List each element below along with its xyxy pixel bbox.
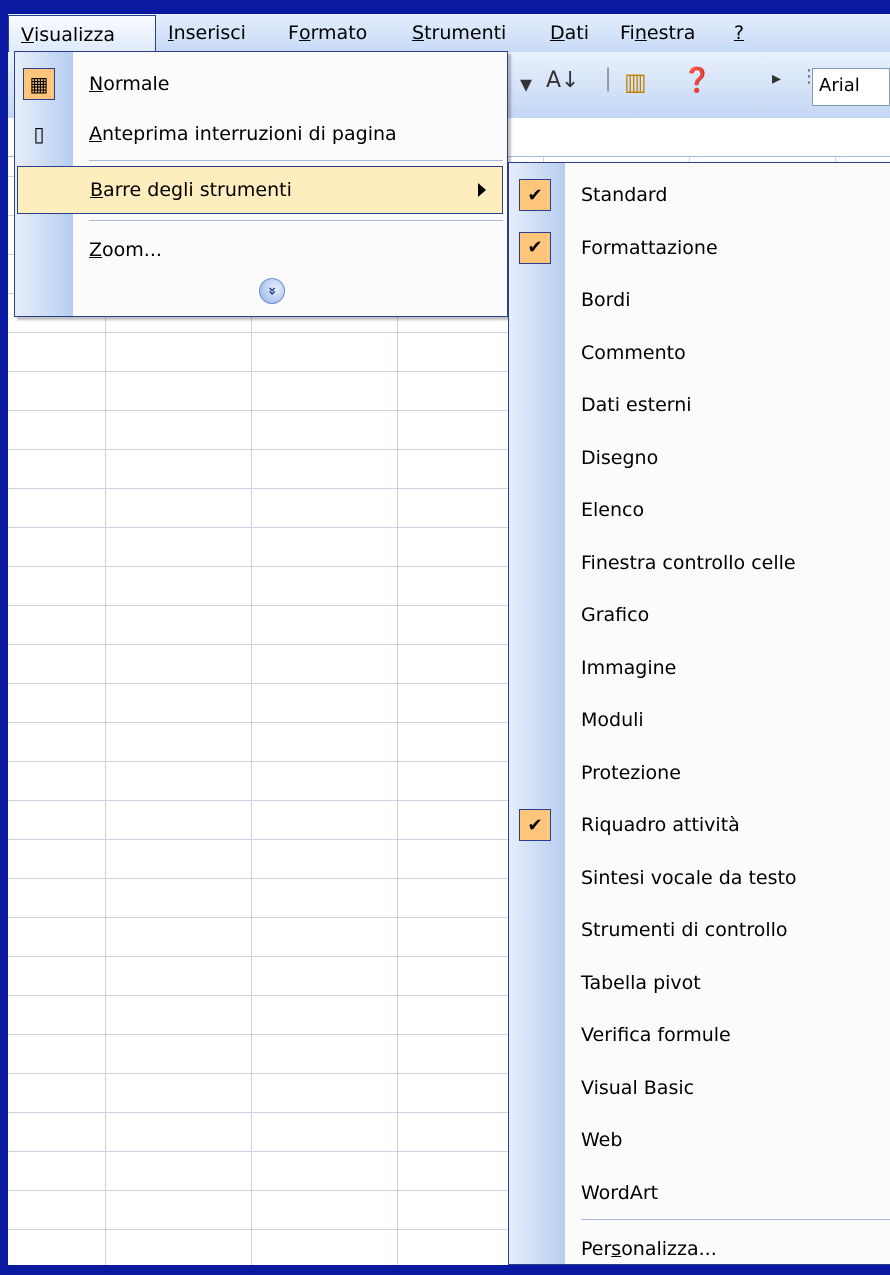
submenu-item-label: WordArt [581,1181,659,1204]
toolbar-toggle-grafico[interactable]: Grafico [509,589,889,641]
menu-bar: Visualizza Inserisci Fo rmato Strumenti Dati F… [8,14,890,53]
menu-item-label: Zoom... [89,239,162,261]
menu-item-label: Anteprima interruzioni di pagina [89,123,397,145]
submenu-item-label: Web [581,1129,623,1151]
menu-item-zoom[interactable]: Zoom... [15,226,507,274]
menu-inserisci[interactable]: Inserisci [156,15,276,51]
toolbar-toggle-formattazione[interactable]: ✔ Formattazione [509,222,889,274]
window-frame-top [0,0,890,14]
submenu-item-label: Visual Basic [581,1076,695,1099]
toolbar-toggle-bordi[interactable]: Bordi [509,274,889,326]
submenu-item-label: Immagine [581,656,677,679]
menu-[interactable]: ? [722,15,762,51]
checkmark-icon: ✔ [519,179,551,211]
expand-chevrons-icon[interactable]: » [259,278,285,304]
submenu-item-label: Personalizza... [581,1238,717,1260]
toolbars-submenu: ✔ Standard ✔ Formattazione Bordi Commento Dati… [508,162,890,1265]
toolbar-toggle-immagine[interactable]: Immagine [509,642,889,694]
menu-dati[interactable]: Dati [538,15,608,51]
toolbar-toggle-dati-esterni[interactable]: Dati esterni [509,379,889,431]
dropdown-arrow-icon[interactable]: ▾ [520,70,532,98]
menu-separator [89,160,503,161]
menu-visualizza[interactable]: Visualizza [8,15,156,53]
toolbar-toggle-moduli[interactable]: Moduli [509,694,889,746]
submenu-item-label: Verifica formule [581,1024,731,1046]
submenu-item-label: Commento [581,341,686,364]
submenu-item-label: Disegno [581,446,659,469]
submenu-arrow-icon [478,183,486,197]
submenu-item-label: Tabella pivot [581,971,701,994]
submenu-item-label: Formattazione [581,236,718,259]
toolbar-toggle-elenco[interactable]: Elenco [509,484,889,536]
toolbar-toggle-standard[interactable]: ✔ Standard [509,169,889,221]
toolbar-toggle-disegno[interactable]: Disegno [509,432,889,484]
submenu-item-label: Standard [581,184,668,206]
toolbar-toggle-commento[interactable]: Commento [509,327,889,379]
menu-finestra[interactable]: Fi n estra [608,15,722,51]
submenu-item-label: Finestra controllo celle [581,551,796,574]
sort-ascending-icon[interactable]: A↓ [546,68,579,93]
submenu-item-label: Dati esterni [581,394,692,416]
menu-item-anteprima-interruzioni-di-pagina[interactable]: ▯ Anteprima interruzioni di pagina [15,110,507,158]
menu-item-normale[interactable]: ▦ Normale [15,60,507,108]
menu-strumenti[interactable]: Strumenti [400,15,538,51]
menu-formato[interactable]: Fo rmato [276,15,400,51]
submenu-item-label: Grafico [581,604,650,626]
toolbar-toggle-strumenti-di-controllo[interactable]: Strumenti di controllo [509,904,889,956]
menu-separator [89,220,503,221]
toolbar-options-icon[interactable]: ▸ [772,68,781,89]
toolbar-toggle-sintesi-vocale-da-testo[interactable]: Sintesi vocale da testo [509,852,889,904]
toolbar-toggle-riquadro-attivita[interactable]: ✔ Riquadro attività [509,799,889,851]
submenu-item-label: Moduli [581,709,644,731]
toolbar-toggle-protezione[interactable]: Protezione [509,747,889,799]
menu-item-barre-degli-strumenti[interactable]: Barre degli strumenti [17,166,503,214]
font-name-field[interactable]: Arial [812,68,890,106]
chart-wizard-icon[interactable]: ▥ [624,68,647,96]
toolbar-toggle-wordart[interactable]: WordArt [509,1167,889,1219]
toolbar-toggle-verifica-formule[interactable]: Verifica formule [509,1009,889,1061]
submenu-item-label: Strumenti di controllo [581,919,788,941]
toolbar-separator: | [604,64,613,92]
submenu-separator [581,1219,890,1220]
toolbar-toggle-web[interactable]: Web [509,1114,889,1166]
toolbar-toggle-finestra-controllo-celle[interactable]: Finestra controllo celle [509,537,889,589]
normal-view-icon: ▦ [23,68,55,100]
submenu-item-label: Elenco [581,499,645,521]
customize-toolbars-item[interactable]: Personalizza... [509,1223,889,1275]
menu-item-label: Barre degli strumenti [90,179,292,201]
help-icon[interactable]: ❓ [682,66,712,94]
checkmark-icon: ✔ [519,231,551,264]
submenu-item-label: Riquadro attività [581,814,740,836]
submenu-item-label: Sintesi vocale da testo [581,866,797,889]
menu-item-label: Normale [89,73,170,95]
page-break-preview-icon: ▯ [33,122,45,146]
submenu-item-label: Bordi [581,289,631,311]
toolbar-toggle-tabella-pivot[interactable]: Tabella pivot [509,957,889,1009]
submenu-item-label: Protezione [581,761,681,784]
view-menu-dropdown: ▦ Normale ▯ Anteprima interruzioni di pagin… [14,51,508,317]
checkmark-icon: ✔ [519,809,551,841]
toolbar-toggle-visual-basic[interactable]: Visual Basic [509,1062,889,1114]
